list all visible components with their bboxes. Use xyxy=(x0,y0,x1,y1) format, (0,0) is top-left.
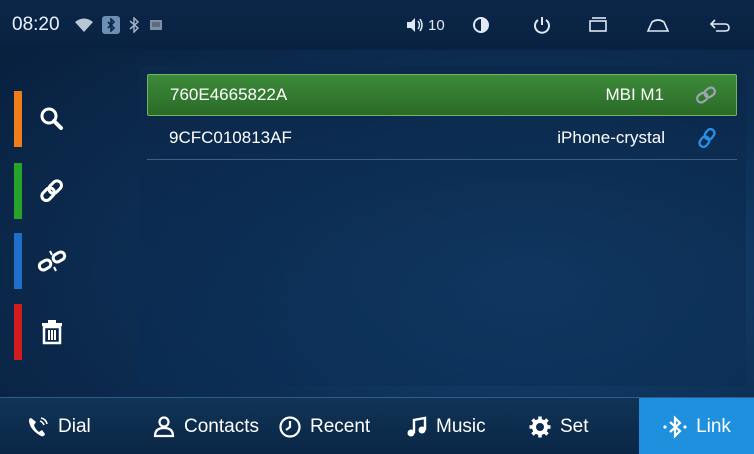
disconnect-accent-bar xyxy=(14,233,22,289)
disconnect-device-button[interactable] xyxy=(14,233,74,289)
connect-device-button[interactable] xyxy=(14,163,74,219)
recent-apps-icon[interactable] xyxy=(586,14,610,36)
volume-indicator[interactable]: 10 xyxy=(405,17,445,34)
paired-devices-list: 760E4665822A MBI M1 9CFC010813AF iPhone-… xyxy=(139,66,746,386)
nav-label: Contacts xyxy=(184,415,259,437)
device-row-selected[interactable]: 760E4665822A MBI M1 xyxy=(147,74,737,116)
clock-icon xyxy=(279,415,301,438)
phone-icon xyxy=(29,416,48,436)
nav-set[interactable]: Set xyxy=(528,398,589,454)
clock-time: 08:20 xyxy=(12,14,60,35)
bluetooth-badge-icon xyxy=(101,16,120,34)
trash-icon xyxy=(36,316,68,348)
power-icon[interactable] xyxy=(530,14,554,36)
bluetooth-icon xyxy=(663,414,687,439)
device-name: MBI M1 xyxy=(605,85,664,104)
nav-label: Set xyxy=(560,415,589,437)
unlink-icon xyxy=(36,245,68,277)
device-name: iPhone-crystal xyxy=(557,128,665,147)
device-address: 9CFC010813AF xyxy=(169,128,292,147)
wifi-icon xyxy=(74,17,94,33)
person-icon xyxy=(153,415,175,437)
link-icon xyxy=(694,85,718,105)
search-accent-bar xyxy=(14,91,22,147)
device-address: 760E4665822A xyxy=(170,85,288,104)
brightness-icon[interactable] xyxy=(469,14,493,36)
link-icon xyxy=(695,127,719,149)
music-note-icon xyxy=(407,416,427,436)
back-icon[interactable] xyxy=(708,14,732,36)
sd-card-icon xyxy=(148,18,164,32)
gear-icon xyxy=(529,416,551,437)
nav-label: Recent xyxy=(310,415,371,437)
nav-label: Dial xyxy=(58,415,91,437)
row-divider xyxy=(147,159,737,160)
device-row[interactable]: 9CFC010813AF iPhone-crystal xyxy=(147,117,737,159)
delete-accent-bar xyxy=(14,304,22,360)
nav-link[interactable]: Link xyxy=(639,398,754,454)
search-icon xyxy=(36,103,68,135)
delete-device-button[interactable] xyxy=(14,304,74,360)
status-bar: 08:20 10 xyxy=(0,0,754,50)
nav-music[interactable]: Music xyxy=(404,398,486,454)
bottom-nav: Dial Contacts Recent Music Set Link xyxy=(0,397,754,454)
link-icon xyxy=(36,175,68,207)
search-devices-button[interactable] xyxy=(14,91,74,147)
nav-dial[interactable]: Dial xyxy=(26,398,91,454)
home-icon[interactable] xyxy=(646,14,670,36)
nav-recent[interactable]: Recent xyxy=(278,398,370,454)
volume-level: 10 xyxy=(428,16,445,34)
nav-contacts[interactable]: Contacts xyxy=(152,398,259,454)
nav-label: Link xyxy=(696,415,731,437)
volume-icon xyxy=(407,18,423,32)
bluetooth-icon xyxy=(128,17,140,33)
connect-accent-bar xyxy=(14,163,22,219)
nav-label: Music xyxy=(436,415,486,437)
